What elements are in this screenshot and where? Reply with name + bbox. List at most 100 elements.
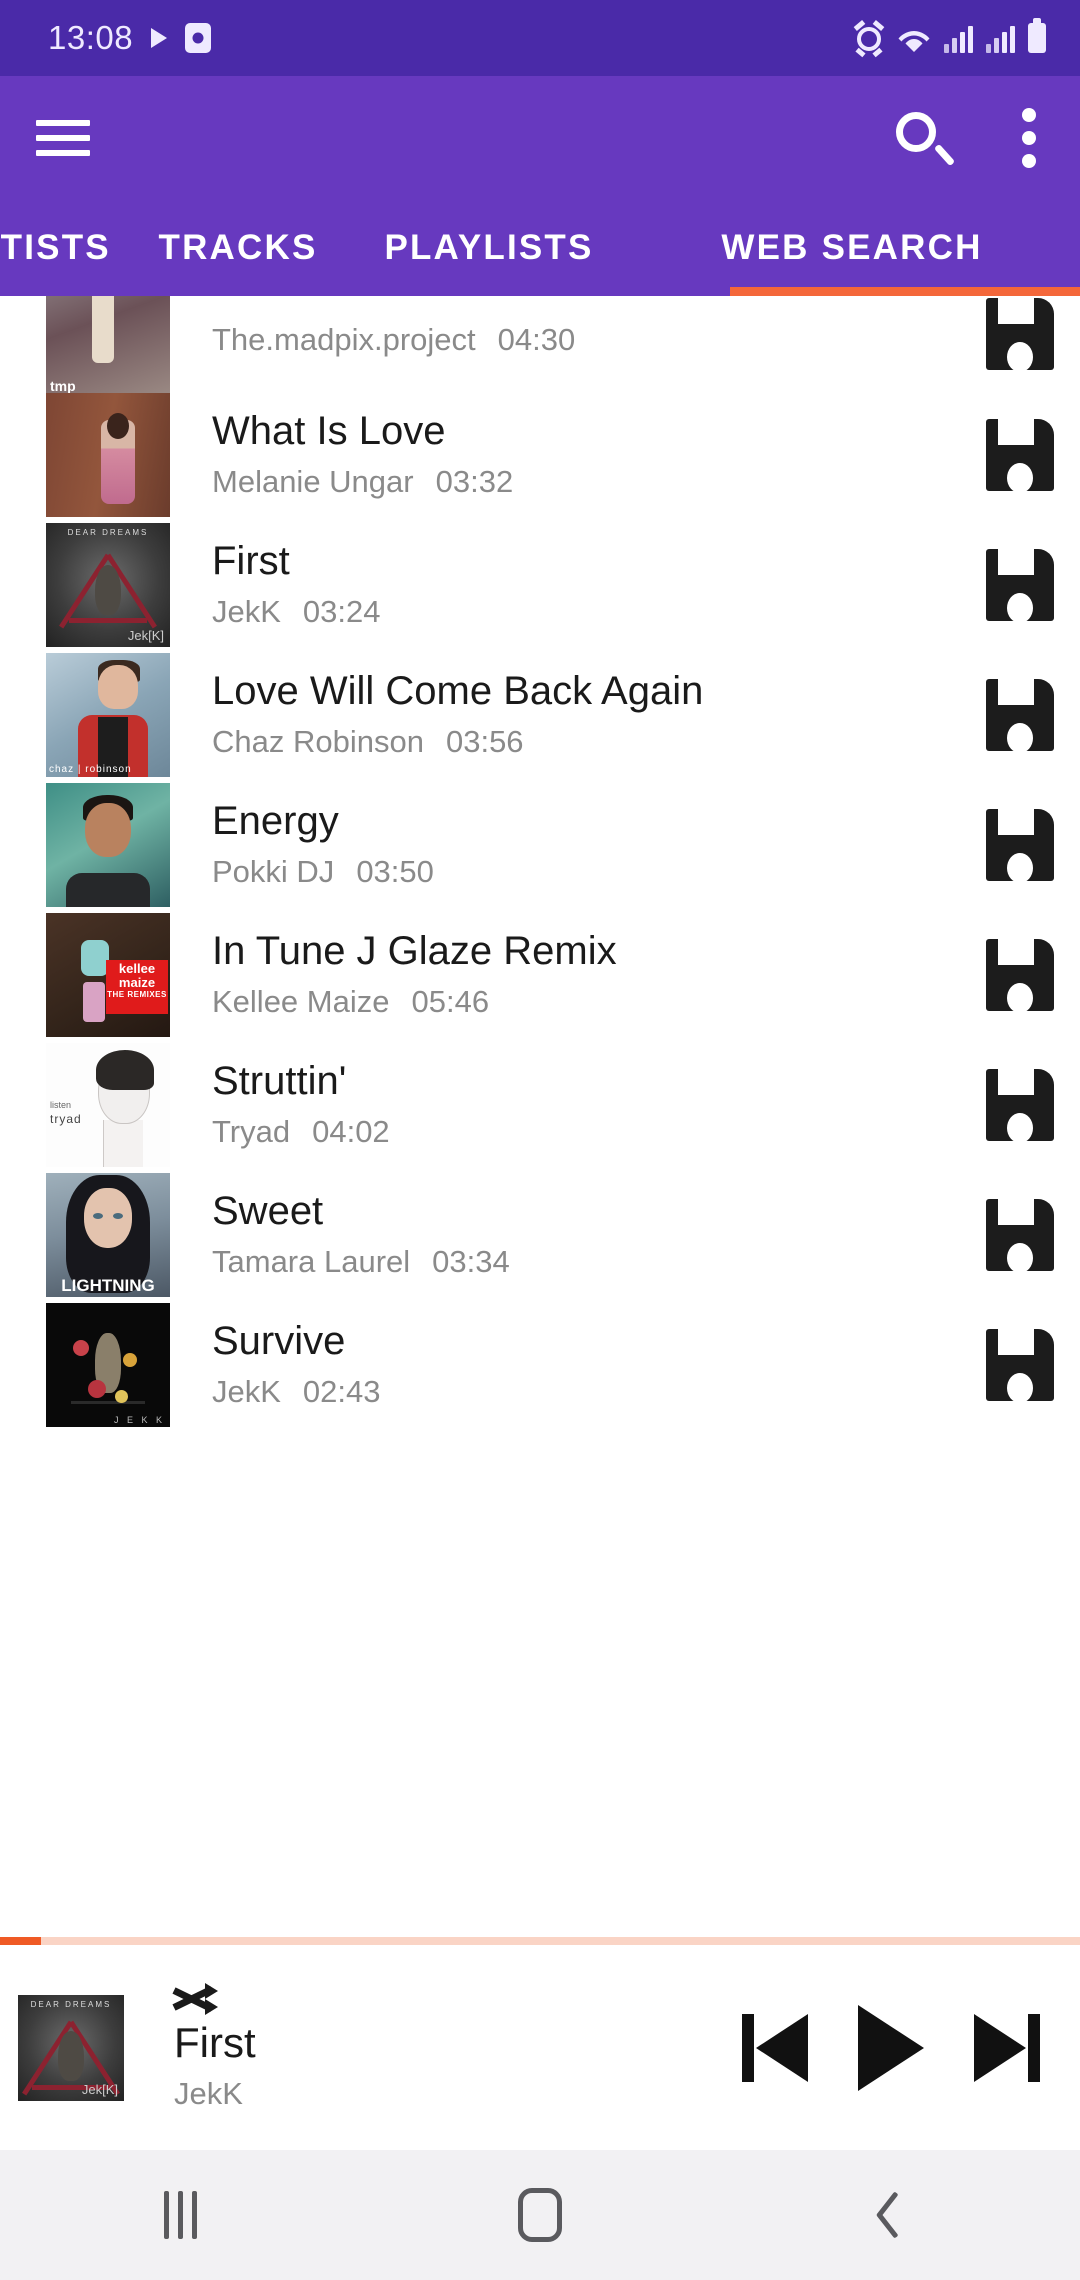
playback-progress-bar[interactable] — [0, 1937, 1080, 1945]
tab-web-search[interactable]: WEB SEARCH — [624, 200, 1080, 296]
back-icon[interactable] — [810, 2150, 990, 2280]
album-art: J E K K — [46, 1303, 170, 1427]
tab-playlists[interactable]: PLAYLISTS — [354, 200, 624, 296]
mini-player-info: First JekK — [124, 1983, 742, 2111]
mini-player-album-art: DEAR DREAMS Jek[K] — [18, 1994, 124, 2101]
track-row[interactable]: Energy Pokki DJ 03:50 — [0, 780, 1080, 910]
track-row[interactable]: chaz | robinson Love Will Come Back Agai… — [0, 650, 1080, 780]
track-artist: Kellee Maize — [212, 984, 390, 1020]
signal-1-icon — [944, 25, 973, 53]
album-art-line1: listen — [50, 1100, 72, 1111]
track-artist: The.madpix.project — [212, 321, 476, 357]
album-art: listen tryad — [46, 1043, 170, 1167]
track-title: Energy — [212, 798, 339, 843]
tab-tracks[interactable]: TRACKS — [122, 200, 354, 296]
track-duration: 04:02 — [312, 1114, 390, 1150]
tab-active-indicator — [730, 287, 1080, 296]
play-icon[interactable] — [858, 2004, 924, 2091]
system-navigation-bar — [0, 2150, 1080, 2280]
more-vertical-icon[interactable] — [1006, 104, 1038, 172]
skip-previous-icon[interactable] — [742, 2013, 808, 2082]
clock-icon — [185, 23, 212, 53]
save-icon[interactable] — [960, 549, 1080, 621]
playback-progress-fill — [0, 1937, 41, 1945]
wifi-icon — [897, 25, 931, 53]
track-title: First — [212, 538, 290, 583]
track-subtitle: Tryad 04:02 — [212, 1114, 960, 1150]
search-icon[interactable] — [894, 110, 956, 167]
album-art-label: kellee maize THE REMIXES — [106, 960, 168, 1015]
save-icon[interactable] — [960, 298, 1080, 370]
track-row[interactable]: kellee maize THE REMIXES In Tune J Glaze… — [0, 910, 1080, 1040]
track-meta: Energy Pokki DJ 03:50 — [170, 798, 960, 890]
track-row[interactable]: J E K K Survive JekK 02:43 — [0, 1300, 1080, 1430]
album-art: DEAR DREAMS Jek[K] — [46, 523, 170, 647]
status-bar-clock: 13:08 — [48, 19, 134, 56]
track-subtitle: JekK 02:43 — [212, 1374, 960, 1410]
album-art — [46, 783, 170, 907]
status-bar-left: 13:08 — [48, 19, 212, 57]
skip-next-icon[interactable] — [974, 2013, 1040, 2082]
save-icon[interactable] — [960, 939, 1080, 1011]
track-meta: The.madpix.project 04:30 — [170, 311, 960, 358]
app-bar — [0, 76, 1080, 200]
track-row[interactable]: LIGHTNING Sweet Tamara Laurel 03:34 — [0, 1170, 1080, 1300]
track-row[interactable]: DEAR DREAMS Jek[K] First JekK 03:24 — [0, 520, 1080, 650]
status-bar-right — [853, 18, 1046, 58]
track-meta: In Tune J Glaze Remix Kellee Maize 05:46 — [170, 929, 960, 1020]
track-row[interactable]: The.madpix.project 04:30 — [0, 296, 1080, 396]
track-subtitle: The.madpix.project 04:30 — [212, 322, 960, 358]
save-icon[interactable] — [960, 679, 1080, 751]
play-icon — [151, 28, 168, 48]
track-title: What Is Love — [212, 408, 446, 453]
track-subtitle: JekK 03:24 — [212, 594, 960, 630]
album-art-label-line2: maize — [118, 974, 156, 990]
track-duration: 03:56 — [445, 724, 524, 760]
tab-artists[interactable]: RTISTS — [0, 200, 122, 296]
album-art-header: DEAR DREAMS — [67, 528, 149, 537]
album-art-caption: LIGHTNING — [61, 1276, 155, 1295]
track-title: Survive — [212, 1318, 346, 1363]
track-subtitle: Chaz Robinson 03:56 — [212, 724, 960, 760]
alarm-icon — [853, 20, 885, 58]
signal-2-icon — [986, 25, 1015, 53]
save-icon[interactable] — [960, 1199, 1080, 1271]
home-icon[interactable] — [450, 2150, 630, 2280]
album-art-header: DEAR DREAMS — [30, 1999, 112, 2009]
save-icon[interactable] — [960, 809, 1080, 881]
recents-icon[interactable] — [90, 2150, 270, 2280]
track-title: Sweet — [212, 1188, 324, 1233]
track-subtitle: Kellee Maize 05:46 — [212, 984, 960, 1020]
track-artist: Tamara Laurel — [212, 1244, 411, 1280]
track-title: Love Will Come Back Again — [212, 668, 704, 713]
track-meta: Survive JekK 02:43 — [170, 1318, 960, 1410]
track-meta: Struttin' Tryad 04:02 — [170, 1058, 960, 1150]
tab-bar: RTISTS TRACKS PLAYLISTS WEB SEARCH — [0, 200, 1080, 296]
album-art: LIGHTNING — [46, 1173, 170, 1297]
mini-player[interactable]: DEAR DREAMS Jek[K] First JekK — [0, 1945, 1080, 2150]
track-artist: Pokki DJ — [212, 854, 335, 890]
track-meta: Love Will Come Back Again Chaz Robinson 0… — [170, 668, 960, 760]
album-art-label-line3: THE REMIXES — [107, 990, 167, 1000]
track-subtitle: Melanie Ungar 03:32 — [212, 464, 960, 500]
save-icon[interactable] — [960, 1069, 1080, 1141]
track-artist: Tryad — [212, 1114, 291, 1150]
shuffle-icon[interactable] — [172, 1983, 218, 2016]
track-artist: Chaz Robinson — [212, 724, 424, 760]
album-art: chaz | robinson — [46, 653, 170, 777]
track-list[interactable]: The.madpix.project 04:30 What Is Love Mel… — [0, 296, 1080, 1945]
track-title: Struttin' — [212, 1058, 347, 1103]
track-duration: 03:32 — [435, 464, 514, 500]
track-meta: Sweet Tamara Laurel 03:34 — [170, 1188, 960, 1280]
save-icon[interactable] — [960, 419, 1080, 491]
save-icon[interactable] — [960, 1329, 1080, 1401]
track-duration: 03:50 — [356, 854, 434, 890]
track-duration: 03:24 — [302, 594, 381, 630]
track-duration: 03:34 — [432, 1244, 510, 1280]
hamburger-icon[interactable] — [34, 114, 92, 162]
track-row[interactable]: What Is Love Melanie Ungar 03:32 — [0, 390, 1080, 520]
album-art-footer: J E K K — [113, 1415, 165, 1425]
battery-icon — [1028, 18, 1046, 53]
track-duration: 05:46 — [411, 984, 490, 1020]
track-row[interactable]: listen tryad Struttin' Tryad 04:02 — [0, 1040, 1080, 1170]
